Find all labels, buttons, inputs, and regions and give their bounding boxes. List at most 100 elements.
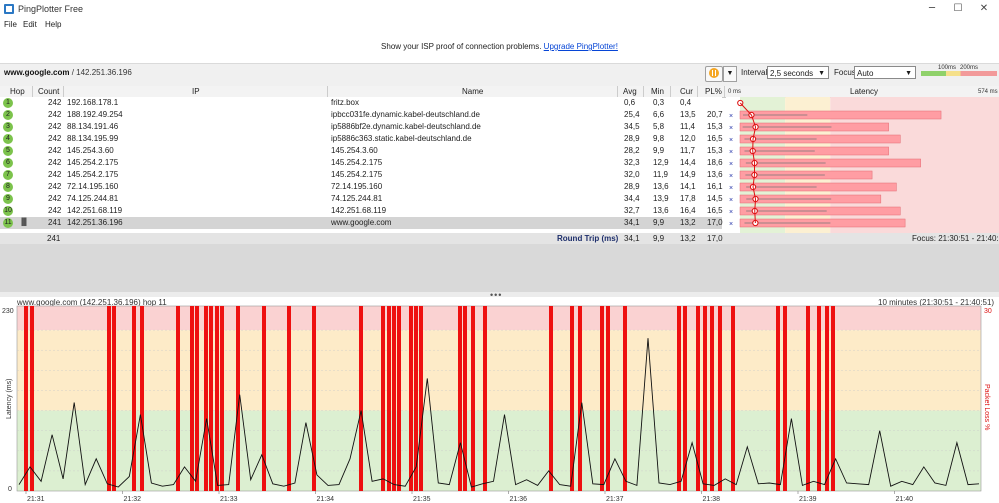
packet-loss-bar <box>606 306 610 491</box>
right-axis-label: Packet Loss % <box>983 384 990 430</box>
y-max-label: 230 <box>2 308 14 315</box>
packet-loss-bar <box>718 306 722 491</box>
packet-loss-bar <box>549 306 553 491</box>
roundtrip-row <box>0 233 999 244</box>
loss-marker-icon: × <box>729 113 733 120</box>
time-label: 21:34 <box>317 496 335 503</box>
interval-select[interactable]: 2,5 seconds ▼ <box>767 66 829 79</box>
cell-avg: 0,6 <box>624 98 636 107</box>
menu-file[interactable]: File <box>4 20 17 29</box>
focus-select[interactable]: Auto ▼ <box>854 66 916 79</box>
cell-pl: 16,5 <box>707 134 723 143</box>
cell-count: 242 <box>48 194 62 203</box>
table-row[interactable]: 7 242 145.254.2.175 145.254.2.175 32,0 11,9 14… <box>0 169 723 181</box>
time-label: 21:33 <box>220 496 238 503</box>
table-row[interactable]: 10 242 142.251.68.119 142.251.68.119 32,7 13,… <box>0 205 723 217</box>
packet-loss-bar <box>132 306 136 491</box>
cell-cur: 16,4 <box>680 206 696 215</box>
packet-loss-bar <box>140 306 144 491</box>
roundtrip-count: 241 <box>47 234 61 243</box>
latency-min-label: 0 ms <box>728 89 742 95</box>
packet-loss-bar <box>463 306 467 491</box>
cell-cur: 11,7 <box>680 146 695 155</box>
col-latency[interactable]: Latency <box>850 87 878 96</box>
loss-marker-icon: × <box>729 149 733 156</box>
packet-loss-bar <box>215 306 219 491</box>
cell-pl: 15,3 <box>707 122 723 131</box>
focus-range: Focus: 21:30:51 - 21:40:51 <box>912 234 999 243</box>
cell-pl: 13,6 <box>707 170 723 179</box>
cell-name: 145.254.3.60 <box>331 146 378 155</box>
col-divider <box>697 86 698 97</box>
cell-cur: 0,4 <box>680 98 692 107</box>
cell-pl: 16,5 <box>707 206 723 215</box>
cell-hop: 4 <box>3 134 13 144</box>
splitter-grip-icon[interactable]: ••• <box>490 290 502 300</box>
col-count[interactable]: Count <box>38 87 59 96</box>
table-row[interactable]: 6 242 145.254.2.175 145.254.2.175 32,3 12,9 14… <box>0 157 723 169</box>
packet-loss-bar <box>397 306 401 491</box>
maximize-button[interactable]: ☐ <box>947 2 969 16</box>
table-row[interactable]: 11 241 142.251.36.196 www.google.com 34,1 9,9… <box>0 217 723 229</box>
packet-loss-bar <box>176 306 180 491</box>
table-row[interactable]: 8 242 72.14.195.160 72.14.195.160 28,9 13,6 14… <box>0 181 723 193</box>
menu-help[interactable]: Help <box>45 20 61 29</box>
table-row[interactable]: 1 242 192.168.178.1 fritz.box 0,6 0,3 0,4 <box>0 97 722 109</box>
col-cur[interactable]: Cur <box>680 87 693 96</box>
pause-icon <box>709 68 719 78</box>
cell-cur: 17,8 <box>680 194 696 203</box>
table-row[interactable]: 9 242 74.125.244.81 74.125.244.81 34,4 13,9 17… <box>0 193 723 205</box>
close-button[interactable]: ✕ <box>973 2 995 16</box>
loss-marker-icon: × <box>729 197 733 204</box>
window-title: PingPlotter Free <box>18 4 84 14</box>
packet-loss-bar <box>359 306 363 491</box>
pause-dropdown-button[interactable]: ▼ <box>723 66 737 82</box>
time-label: 21:38 <box>703 496 721 503</box>
packet-loss-bar <box>409 306 413 491</box>
time-label: 21:37 <box>606 496 624 503</box>
time-label: 21:40 <box>896 496 914 503</box>
chevron-down-icon: ▼ <box>905 70 912 77</box>
cell-count: 241 <box>48 218 62 227</box>
app-logo-icon <box>4 4 14 14</box>
col-name[interactable]: Name <box>462 87 483 96</box>
col-ip[interactable]: IP <box>192 87 200 96</box>
cell-min: 5,8 <box>653 122 665 131</box>
packet-loss-bar <box>831 306 835 491</box>
cell-count: 242 <box>48 182 62 191</box>
chevron-down-icon: ▼ <box>818 70 825 77</box>
col-hop[interactable]: Hop <box>10 87 25 96</box>
cell-min: 13,6 <box>653 206 669 215</box>
y-axis-label: Latency (ms) <box>6 379 13 419</box>
packet-loss-bar <box>107 306 111 491</box>
packet-loss-bar <box>825 306 829 491</box>
cell-avg: 25,4 <box>624 110 640 119</box>
col-avg[interactable]: Avg <box>623 87 637 96</box>
cell-cur: 14,4 <box>680 158 696 167</box>
menu-edit[interactable]: Edit <box>23 20 37 29</box>
table-row[interactable]: 5 242 145.254.3.60 145.254.3.60 28,2 9,9 11,7 1… <box>0 145 723 157</box>
cell-cur: 13,2 <box>680 218 696 227</box>
target-ip: / 142.251.36.196 <box>69 68 132 77</box>
cell-cur: 14,1 <box>680 182 696 191</box>
cell-hop: 1 <box>3 98 13 108</box>
bar-chart-icon: ▐▌ <box>19 219 29 226</box>
upgrade-link[interactable]: Upgrade PingPlotter! <box>544 42 618 51</box>
cell-pl: 16,1 <box>707 182 723 191</box>
table-row[interactable]: 3 242 88.134.191.46 ip5886bf2e.dynamic.kabe… <box>0 121 723 133</box>
interval-value: 2,5 seconds <box>770 69 814 78</box>
cell-hop: 7 <box>3 170 13 180</box>
col-min[interactable]: Min <box>651 87 664 96</box>
timeline-graph[interactable]: 230 0 30 Latency (ms) Packet Loss % 21:31 21:3… <box>0 304 999 503</box>
table-row[interactable]: 2 242 188.192.49.254 ipbcc031fe.dynamic.kab… <box>0 109 723 121</box>
table-row[interactable]: 4 242 88.134.195.99 ip5886c363.static.kabel… <box>0 133 723 145</box>
time-label: 21:36 <box>510 496 528 503</box>
cell-count: 242 <box>48 98 62 107</box>
pause-button[interactable] <box>705 66 723 82</box>
cell-avg: 32,3 <box>624 158 640 167</box>
packet-loss-bar <box>600 306 604 491</box>
menu-bar <box>0 19 999 33</box>
col-divider <box>617 86 618 97</box>
minimize-button[interactable]: ─ <box>921 2 943 16</box>
col-pl[interactable]: PL% <box>705 87 722 96</box>
